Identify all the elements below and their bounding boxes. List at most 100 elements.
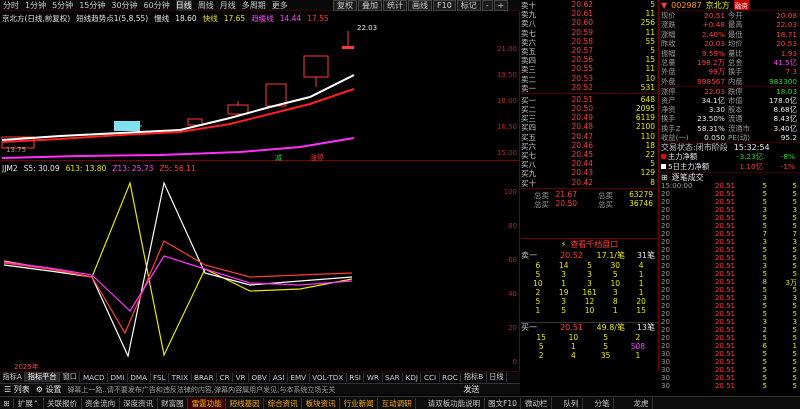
ask-row[interactable]: 卖二 20.53 10 (521, 74, 658, 84)
settings-button[interactable]: ⚙ 设置 (36, 384, 62, 395)
period-tab[interactable]: 日线 (175, 0, 192, 11)
period-tab[interactable]: 多周期 (242, 0, 266, 11)
chart-action-button[interactable]: 复权 (333, 0, 357, 11)
indicator-tab[interactable]: FSL (151, 372, 170, 382)
bid-row[interactable]: 买十 20.42 8 (521, 178, 658, 188)
indicator-tab[interactable]: DMI (108, 372, 128, 382)
level-label: 卖三 (521, 65, 536, 75)
indicator-tab[interactable]: DMA (128, 372, 151, 382)
kline-chart[interactable]: 京北方(日线,前复权) 短线趋势点1(5,8,55) 慢线 18.60 快线 1… (0, 11, 520, 162)
level-label: 买二 (521, 105, 536, 115)
indicator-tab[interactable]: RSI (347, 372, 365, 382)
function-tab[interactable]: 分笔 (591, 397, 614, 409)
indicator-tab[interactable]: CR (217, 372, 234, 382)
function-tab[interactable]: 队列 (560, 397, 583, 409)
tick-cell: 5 (792, 214, 797, 223)
indicator-tab[interactable]: VOL-TDX (310, 372, 347, 382)
tick-cell: 30 (661, 366, 670, 375)
period-tab[interactable]: 15分钟 (79, 0, 105, 11)
indicator-tab[interactable]: 指标B (461, 372, 487, 382)
indicator-tab[interactable]: 窗口 (60, 372, 81, 382)
bid-row[interactable]: 买九 20.43 129 (521, 168, 658, 178)
period-tab[interactable]: 周线 (198, 0, 214, 11)
send-button[interactable]: 发送 (463, 384, 479, 395)
function-tab[interactable]: ⊞ (0, 398, 15, 408)
ask-row[interactable]: 卖三 20.55 11 (521, 64, 658, 75)
indicator-tab[interactable]: 日线 (487, 372, 508, 382)
period-tab[interactable]: 分时 (3, 0, 19, 11)
chart-action-button[interactable]: F10 (433, 0, 456, 11)
indicator-tab[interactable]: ASI (270, 372, 288, 382)
function-tab[interactable]: 财富图 (158, 397, 189, 409)
chart-action-button[interactable]: 叠加 (358, 0, 382, 11)
quote-cell: 41.5亿 (773, 57, 797, 67)
list-button[interactable]: ☰ 列表 (4, 384, 30, 395)
indicator-tab[interactable]: 指标平台 (25, 372, 61, 382)
chart-action-button[interactable]: - (481, 0, 493, 11)
function-tab[interactable]: 综合资讯 (264, 397, 303, 409)
period-tab[interactable]: 60分钟 (144, 0, 170, 11)
function-tab[interactable]: 板块资讯 (302, 397, 341, 409)
indicator-tab[interactable]: OBV (249, 372, 271, 382)
chart-action-button[interactable]: + (493, 0, 509, 11)
function-tab[interactable]: 请双板功能说明 (424, 397, 485, 409)
function-tab[interactable]: 龙虎 (630, 397, 653, 409)
indicator-tab[interactable]: KDJ (403, 372, 422, 382)
bid-row[interactable]: 买三 20.49 6119 (521, 113, 658, 123)
function-tab[interactable]: 图文F10 (485, 397, 522, 409)
function-tab[interactable]: 关联报价 (44, 397, 82, 409)
period-tab[interactable]: 5分钟 (52, 0, 73, 11)
function-tab[interactable]: 深度资讯 (120, 397, 158, 409)
indicator-tab[interactable]: SAR (383, 372, 404, 382)
ask-row[interactable]: 卖七 20.59 11 (521, 28, 658, 38)
ask-row[interactable]: 卖五 20.57 5 (521, 46, 658, 56)
indicator-tab[interactable]: CCI (421, 372, 440, 382)
expand-icon[interactable]: ▼ (661, 1, 667, 10)
danmaku-input[interactable]: 弹幕上一路..请不要发布广告和违反法律的内容,弹幕内容属用户发见,与本系统立场无… (67, 385, 457, 395)
period-tab[interactable]: 更多 (272, 0, 288, 11)
bid-row[interactable]: 买二 20.50 2095 (521, 104, 658, 115)
bid-row[interactable]: 买一 20.51 648 (521, 95, 658, 105)
bid-row[interactable]: 买八 20.44 5 (521, 159, 658, 169)
indicator-tab[interactable]: BRAR (192, 372, 218, 382)
indicator-tab[interactable]: TRIX (169, 372, 192, 382)
ask-row[interactable]: 卖六 20.58 55 (521, 37, 658, 47)
ask-row[interactable]: 卖四 20.56 15 (521, 55, 658, 65)
indicator-tab[interactable]: VR (233, 372, 250, 382)
function-tab[interactable]: 扩展⌃ (14, 397, 44, 409)
function-tab[interactable]: 短线基因 (226, 397, 265, 409)
function-tab[interactable]: 微动栏 (521, 397, 552, 409)
function-tab[interactable]: 互动调研 (378, 397, 417, 409)
bid-row[interactable]: 买四 20.48 2100 (521, 122, 658, 132)
ask-row[interactable]: 卖九 20.61 11 (521, 9, 658, 19)
function-tab[interactable]: 资金流向 (82, 397, 120, 409)
period-tab[interactable]: 月线 (220, 0, 236, 11)
tick-list[interactable]: 15:00:00 20.51 5 5 20 20.51 5 5 20 20.51 5 5 20 20.51… (661, 182, 800, 390)
chart-action-button[interactable]: 统计 (383, 0, 407, 11)
indicator-tab[interactable]: ROC (440, 372, 462, 382)
bid-row[interactable]: 买七 20.45 22 (521, 150, 658, 160)
chart-action-button[interactable]: 画线 (408, 0, 432, 11)
bid-row[interactable]: 买六 20.46 18 (521, 141, 658, 151)
ask-row[interactable]: 卖八 20.60 256 (521, 18, 658, 28)
level-price: 20.44 (571, 159, 593, 169)
chart-action-button[interactable]: 标记 (456, 0, 481, 11)
buy1-avg: 49.8/笔 (596, 323, 625, 332)
indicator-tab[interactable]: WR (364, 372, 383, 382)
period-tab[interactable]: 30分钟 (111, 0, 137, 11)
function-tab[interactable]: 雷霆功能 (188, 397, 227, 409)
indicator-tick: 80 (508, 222, 517, 230)
indicator-panel[interactable]: JJM2 S5: 30.09 613: 13.80 Z13: 25.73 Z5:… (0, 161, 520, 371)
ask-row[interactable]: 卖十 20.62 5 (521, 0, 658, 10)
period-tab[interactable]: 1分钟 (25, 0, 46, 11)
function-tab[interactable]: 行业新闻 (340, 397, 379, 409)
depth-title[interactable]: ⚡ 查看千档盘口 (521, 239, 658, 250)
tick-cell: 20.51 (714, 294, 735, 303)
tick-cell: 20.51 (714, 246, 735, 255)
indicator-tab[interactable]: MACD (80, 372, 108, 382)
tick-cell: 6 (762, 342, 767, 351)
indicator-tab[interactable]: 指标A (0, 372, 26, 382)
bid-row[interactable]: 买五 20.47 110 (521, 132, 658, 142)
indicator-tab[interactable]: EMV (288, 372, 310, 382)
ask-row[interactable]: 卖一 20.52 531 (521, 83, 658, 93)
